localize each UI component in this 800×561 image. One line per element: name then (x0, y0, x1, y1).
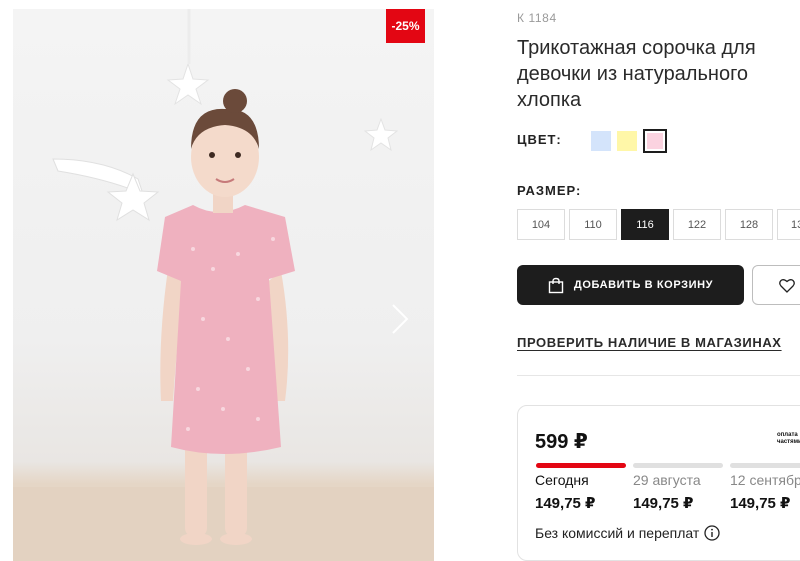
next-image-button[interactable] (389, 302, 411, 336)
installment-total: 599 ₽ (535, 431, 588, 453)
shopping-bag-icon (548, 277, 564, 293)
payment-amount-3: 149,75 ₽ (730, 495, 791, 512)
color-label: ЦВЕТ: (517, 132, 562, 147)
check-availability-link[interactable]: ПРОВЕРИТЬ НАЛИЧИЕ В МАГАЗИНАХ (517, 335, 782, 350)
chevron-right-icon (392, 304, 409, 334)
size-option-104[interactable]: 104 (517, 209, 565, 240)
add-to-cart-button[interactable]: ДОБАВИТЬ В КОРЗИНУ (517, 265, 744, 305)
info-icon[interactable] (704, 525, 720, 541)
installment-note-text: Без комиссий и переплат (535, 525, 700, 541)
payment-date-3: 12 сентября (730, 472, 800, 488)
discount-badge: -25% (386, 9, 425, 43)
size-option-128[interactable]: 128 (725, 209, 773, 240)
payment-progress-bar-1 (536, 463, 626, 468)
installment-note: Без комиссий и переплат (535, 525, 720, 541)
payment-progress-bar-3 (730, 463, 800, 468)
product-image (13, 9, 434, 561)
add-to-favorites-button[interactable] (752, 265, 800, 305)
add-to-cart-label: ДОБАВИТЬ В КОРЗИНУ (573, 279, 714, 291)
payment-amount-2: 149,75 ₽ (633, 495, 694, 512)
size-option-122[interactable]: 122 (673, 209, 721, 240)
heart-icon (779, 279, 795, 293)
color-swatch-yellow[interactable] (617, 131, 637, 151)
size-option-134[interactable]: 134 (777, 209, 800, 240)
payment-date-2: 29 августа (633, 472, 701, 488)
payment-date-1: Сегодня (535, 472, 589, 488)
installment-logo: оплата частями (777, 432, 800, 445)
color-swatch-pink-selected[interactable] (643, 129, 667, 153)
size-label: РАЗМЕР: (517, 183, 582, 198)
product-sku: К 1184 (517, 11, 557, 25)
payment-amount-1: 149,75 ₽ (535, 495, 596, 512)
size-option-116[interactable]: 116 (621, 209, 669, 240)
product-title: Трикотажная сорочка для девочки из натур… (517, 37, 756, 111)
color-swatch-blue[interactable] (591, 131, 611, 151)
installment-card[interactable]: 599 ₽ оплата частями Сегодня 29 августа … (517, 405, 800, 561)
divider (517, 375, 800, 376)
size-option-110[interactable]: 110 (569, 209, 617, 240)
payment-progress-bar-2 (633, 463, 723, 468)
product-photo[interactable]: -25% (13, 9, 434, 561)
